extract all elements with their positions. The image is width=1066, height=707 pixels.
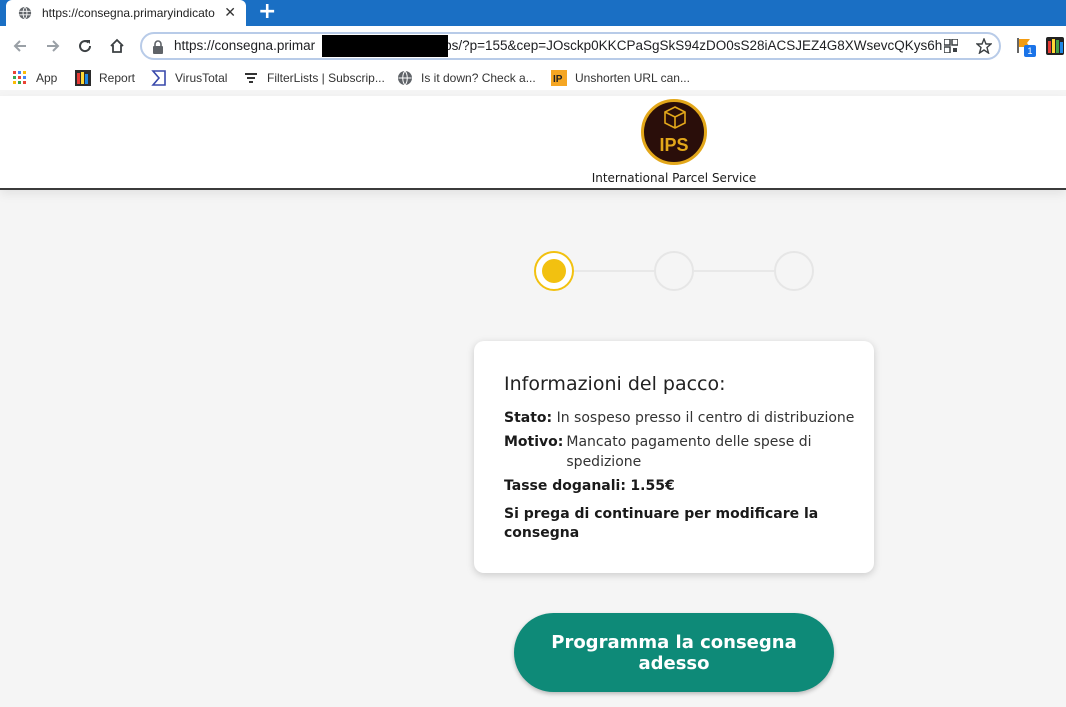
filter-icon: [245, 73, 257, 83]
bookmark-report[interactable]: Report: [75, 69, 135, 87]
browser-toolbar: https://consegna.primar ips/?p=155&cep=JO…: [0, 26, 1066, 66]
schedule-delivery-button[interactable]: Programma la consegna adesso: [514, 613, 834, 692]
forward-arrow-icon: [47, 40, 60, 52]
bookmark-label: Is it down? Check a...: [421, 71, 536, 85]
reload-button[interactable]: [73, 34, 97, 58]
bookmark-label: Report: [99, 71, 136, 85]
bookmarks-bar: App Report VirusTotal FilterLists | Subs…: [0, 66, 1066, 90]
bookmark-app[interactable]: App: [12, 69, 57, 87]
globe-icon: [18, 6, 32, 20]
bookmark-filterlists[interactable]: FilterLists | Subscrip...: [243, 69, 385, 87]
bookmark-label: VirusTotal: [175, 71, 228, 85]
back-button[interactable]: [8, 34, 32, 58]
package-info-card: Informazioni del pacco: Stato: In sospes…: [474, 341, 874, 573]
step-1-indicator: [534, 251, 574, 291]
ips-logo[interactable]: IPS: [641, 99, 707, 165]
bookmark-label: App: [36, 71, 58, 85]
home-button[interactable]: [105, 34, 129, 58]
reason-row: Motivo: Mancato pagamento delle spese di…: [504, 432, 826, 472]
new-tab-button[interactable]: +: [258, 1, 276, 23]
company-name: International Parcel Service: [591, 171, 757, 185]
virustotal-icon: [151, 70, 166, 86]
browser-tab[interactable]: https://consegna.primaryindicato ✕: [6, 0, 246, 26]
extension-badge: 1: [1024, 45, 1036, 57]
status-row: Stato: In sospeso presso il centro di di…: [504, 408, 854, 428]
back-arrow-icon: [13, 40, 26, 52]
close-tab-icon[interactable]: ✕: [224, 5, 236, 21]
globe-icon: [398, 70, 412, 86]
status-value: In sospeso presso il centro di distribuz…: [556, 410, 855, 426]
step-3-indicator: [774, 251, 814, 291]
forward-button[interactable]: [41, 34, 65, 58]
bookmark-unshorten[interactable]: IP Unshorten URL can...: [551, 69, 690, 87]
step-connector: [694, 270, 774, 272]
bookmark-label: FilterLists | Subscrip...: [267, 71, 385, 85]
step-connector: [574, 270, 654, 272]
site-header: IPS International Parcel Service: [0, 96, 1066, 190]
svg-text:IP: IP: [553, 74, 563, 85]
reload-icon: [79, 40, 92, 53]
home-icon: [110, 38, 124, 53]
bookmark-virustotal[interactable]: VirusTotal: [151, 69, 227, 87]
url-suffix: ips/?p=155&cep=JOsckp0KKCPaSgSkS94zDO0sS…: [441, 38, 943, 53]
customs-row: Tasse doganali: 1.55€: [504, 476, 675, 496]
ip-icon: IP: [551, 70, 567, 86]
report-icon: [75, 70, 91, 86]
step-active-dot: [542, 259, 566, 283]
bookmark-star-icon[interactable]: [976, 38, 992, 54]
lock-icon[interactable]: [152, 40, 164, 54]
url-text[interactable]: https://consegna.primar ips/?p=155&cep=JO…: [174, 38, 944, 53]
flag-extension-icon[interactable]: 1: [1016, 37, 1036, 57]
reason-value: Mancato pagamento delle spese di spedizi…: [566, 434, 812, 470]
bookmark-label: Unshorten URL can...: [575, 71, 690, 85]
bookmark-isitdown[interactable]: Is it down? Check a...: [397, 69, 536, 87]
customs-label: Tasse doganali:: [504, 478, 626, 494]
logo-text: IPS: [659, 135, 689, 155]
colorful-extension-icon[interactable]: [1046, 37, 1064, 55]
url-prefix: https://consegna.primar: [174, 38, 316, 53]
qr-code-icon[interactable]: [944, 39, 958, 53]
reason-label: Motivo:: [504, 434, 564, 450]
package-box-icon: [664, 106, 686, 129]
redaction-box: [322, 35, 448, 57]
status-label: Stato:: [504, 410, 553, 426]
address-bar[interactable]: https://consegna.primar ips/?p=155&cep=JO…: [140, 32, 1001, 60]
apps-grid-icon: [13, 71, 26, 84]
tab-title: https://consegna.primaryindicato: [42, 6, 215, 20]
customs-amount: 1.55€: [630, 478, 675, 494]
instruction-note: Si prega di continuare per modificare la…: [504, 506, 819, 541]
step-2-indicator: [654, 251, 694, 291]
tab-strip: https://consegna.primaryindicato ✕ +: [0, 0, 1066, 26]
card-title: Informazioni del pacco:: [504, 373, 726, 395]
